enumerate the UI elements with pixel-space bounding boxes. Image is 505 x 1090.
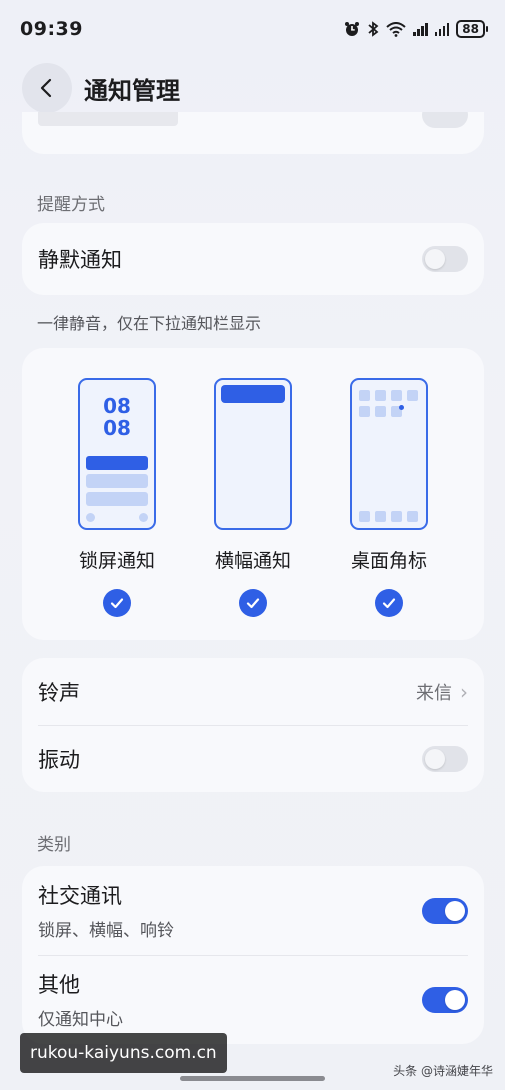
watermark-banner: rukou-kaiyuns.com.cn <box>20 1033 227 1073</box>
category-text: 其他 仅通知中心 <box>38 969 123 1030</box>
toggle-knob <box>425 249 445 269</box>
notification-bar <box>86 456 148 470</box>
page-title: 通知管理 <box>84 76 180 105</box>
flashlight-dot <box>86 513 95 522</box>
status-bar: 09:39 88 <box>0 0 505 58</box>
category-text: 社交通讯 锁屏、横幅、响铃 <box>38 880 174 941</box>
silent-notification-toggle[interactable] <box>422 246 468 272</box>
section-label-reminder: 提醒方式 <box>37 195 105 215</box>
signal-icon <box>413 22 428 36</box>
signal-icon <box>434 22 450 36</box>
badge-dot <box>399 405 404 410</box>
alarm-icon <box>345 22 360 36</box>
style-option-label: 横幅通知 <box>214 550 291 572</box>
style-option-label: 桌面角标 <box>350 550 427 572</box>
vibration-toggle[interactable] <box>422 745 468 772</box>
toggle-knob <box>445 900 465 921</box>
status-time: 09:39 <box>20 18 83 40</box>
home-indicator[interactable] <box>180 1076 325 1081</box>
scrolled-row-label <box>38 112 178 126</box>
battery-icon: 88 <box>456 20 488 38</box>
back-arrow-icon <box>40 78 52 98</box>
scrolled-row-toggle[interactable] <box>422 112 468 128</box>
chevron-right-icon: › <box>460 679 468 704</box>
notification-style-options: 08 08 锁屏通知 横幅通知 桌面角标 <box>22 378 484 617</box>
lockscreen-preview: 08 08 <box>78 378 156 530</box>
notification-style-card: 08 08 锁屏通知 横幅通知 桌面角标 <box>22 348 484 640</box>
clock-minute: 08 <box>103 416 131 440</box>
style-option-badge[interactable]: 桌面角标 <box>334 378 444 617</box>
page-header: 通知管理 <box>0 58 505 118</box>
category-label: 社交通讯 <box>38 884 122 908</box>
toggle-knob <box>425 748 445 769</box>
category-sub: 锁屏、横幅、响铃 <box>38 921 174 941</box>
check-icon[interactable] <box>239 589 267 617</box>
lockscreen-clock: 08 08 <box>80 395 154 439</box>
category-row-other[interactable]: 其他 仅通知中心 <box>22 955 484 1044</box>
badge-preview <box>350 378 428 530</box>
style-option-banner[interactable]: 横幅通知 <box>198 378 308 617</box>
ringtone-label: 铃声 <box>38 680 80 705</box>
ringtone-row[interactable]: 铃声 来信 › <box>22 658 484 725</box>
check-icon[interactable] <box>375 589 403 617</box>
silent-notification-label: 静默通知 <box>38 248 122 272</box>
toggle-knob <box>445 989 465 1010</box>
check-icon[interactable] <box>103 589 131 617</box>
vibration-row[interactable]: 振动 <box>22 725 484 792</box>
banner-preview <box>214 378 292 530</box>
app-grid <box>359 390 418 417</box>
banner-bar <box>221 385 285 403</box>
sound-card: 铃声 来信 › 振动 <box>22 658 484 792</box>
status-icons: 88 <box>344 20 488 38</box>
other-toggle[interactable] <box>422 986 468 1013</box>
category-row-social[interactable]: 社交通讯 锁屏、横幅、响铃 <box>22 866 484 955</box>
bluetooth-icon <box>368 21 379 37</box>
silent-notification-description: 一律静音，仅在下拉通知栏显示 <box>37 314 262 333</box>
source-tag: 头条 @诗涵婕年华 <box>393 1064 493 1078</box>
silent-notification-card: 静默通知 <box>22 223 484 295</box>
back-button[interactable] <box>22 63 72 113</box>
category-sub: 仅通知中心 <box>38 1010 123 1030</box>
notification-bar <box>86 492 148 506</box>
vibration-label: 振动 <box>38 747 80 772</box>
wifi-icon <box>386 21 406 37</box>
style-option-label: 锁屏通知 <box>78 550 155 572</box>
style-option-lockscreen[interactable]: 08 08 锁屏通知 <box>62 378 172 617</box>
scrolled-setting-card <box>22 112 484 154</box>
camera-dot <box>139 513 148 522</box>
social-toggle[interactable] <box>422 897 468 924</box>
category-label: 其他 <box>38 973 80 997</box>
ringtone-value: 来信 <box>416 682 452 704</box>
notification-bar <box>86 474 148 488</box>
silent-notification-row[interactable]: 静默通知 <box>22 223 484 295</box>
category-card: 社交通讯 锁屏、横幅、响铃 其他 仅通知中心 <box>22 866 484 1044</box>
dock-icons <box>359 511 418 522</box>
section-label-category: 类别 <box>37 835 71 855</box>
clock-hour: 08 <box>103 394 131 418</box>
